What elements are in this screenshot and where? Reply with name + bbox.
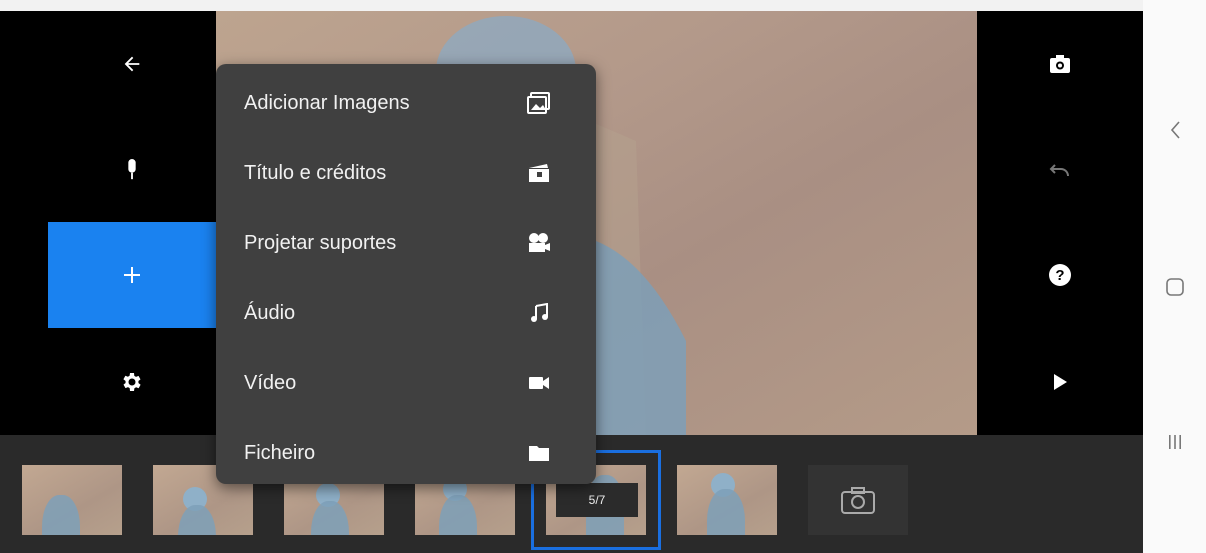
camera-icon (841, 487, 875, 514)
frame-counter: 5/7 (556, 483, 638, 517)
film-camera-icon (526, 230, 552, 256)
music-note-icon (526, 300, 552, 326)
camera-icon (1050, 55, 1070, 73)
clapperboard-icon (526, 160, 552, 186)
capture-button[interactable] (977, 11, 1143, 117)
system-recents-button[interactable] (1143, 412, 1206, 472)
help-button[interactable]: ? (977, 222, 1143, 328)
status-bar-area (0, 0, 1143, 11)
back-button[interactable] (48, 11, 216, 117)
menu-item-label: Projetar suportes (244, 231, 397, 254)
add-button[interactable] (48, 222, 216, 328)
menu-item-label: Vídeo (244, 371, 297, 394)
recents-icon (1168, 435, 1181, 449)
undo-icon (1049, 164, 1069, 177)
home-icon (1165, 278, 1184, 296)
frame-thumbnail[interactable] (677, 465, 777, 535)
menu-item-label: Ficheiro (244, 441, 316, 464)
images-icon (526, 90, 552, 116)
back-arrow-icon (124, 56, 140, 72)
menu-item-audio[interactable]: Áudio (216, 278, 596, 348)
settings-button[interactable] (48, 329, 216, 435)
right-toolbar: ? (977, 11, 1143, 435)
menu-item-title-credits[interactable]: Título e créditos (216, 138, 596, 208)
add-frame-button[interactable] (808, 465, 908, 535)
menu-item-label: Título e créditos (244, 161, 387, 184)
play-icon (1054, 374, 1067, 390)
back-chevron-icon (1170, 121, 1180, 139)
microphone-icon (128, 159, 136, 180)
system-navigation-bar (1143, 0, 1206, 553)
frame-thumbnail[interactable] (22, 465, 122, 535)
menu-item-label: Áudio (244, 301, 296, 324)
menu-item-label: Adicionar Imagens (244, 91, 410, 114)
play-button[interactable] (977, 329, 1143, 435)
system-home-button[interactable] (1143, 257, 1206, 317)
left-toolbar (48, 11, 216, 435)
system-back-button[interactable] (1143, 100, 1206, 160)
add-menu: Adicionar Imagens Título e créditos Proj… (216, 64, 596, 484)
folder-icon (526, 440, 552, 466)
menu-item-file[interactable]: Ficheiro (216, 418, 596, 488)
help-icon: ? (1049, 264, 1071, 286)
menu-item-video[interactable]: Vídeo (216, 348, 596, 418)
svg-text:?: ? (1055, 267, 1064, 284)
menu-item-add-images[interactable]: Adicionar Imagens (216, 68, 596, 138)
menu-item-project-media[interactable]: Projetar suportes (216, 208, 596, 278)
stop-motion-editor: ? 5/7 Adicionar Imagens Título e crédito… (0, 0, 1143, 553)
video-camera-icon (526, 370, 552, 396)
undo-button[interactable] (977, 117, 1143, 223)
gear-icon (123, 373, 141, 391)
plus-icon (124, 267, 140, 283)
record-audio-button[interactable] (48, 117, 216, 223)
